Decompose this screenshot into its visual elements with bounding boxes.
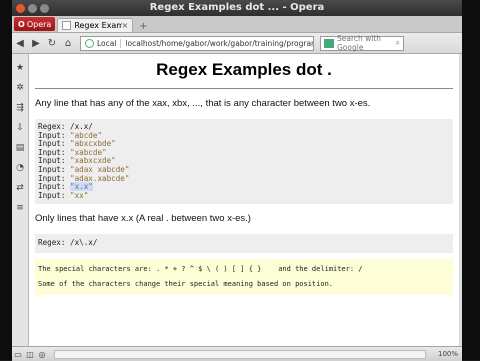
- forward-button[interactable]: ▶: [28, 35, 44, 51]
- tab-label: Regex Examples ...: [74, 21, 122, 30]
- transfers-icon[interactable]: ⇄: [16, 182, 24, 194]
- horizontal-scrollbar[interactable]: [54, 349, 426, 359]
- history-clock-icon[interactable]: ◔: [16, 162, 24, 174]
- bookmarks-star-icon[interactable]: ★: [16, 62, 24, 74]
- address-url[interactable]: localhost/home/gabor/work/gabor/training…: [125, 39, 313, 48]
- code-line: Input: "xx": [38, 190, 89, 200]
- tab-close-icon[interactable]: ×: [122, 21, 129, 30]
- intro-text: Any line that has any of the xax, xbx, .…: [35, 98, 371, 109]
- panel-sidebar: ★ ✲ ⇶ ⇩ ▤ ◔ ⇄ ≡: [12, 54, 29, 346]
- links-icon[interactable]: ≡: [16, 202, 24, 214]
- regex-example-block: Regex: /x.x/ Input: "abcde" Input: "abxc…: [35, 119, 453, 205]
- address-security-badge[interactable]: Local: [81, 38, 122, 48]
- code-line: Regex: /x\.x/: [38, 238, 98, 248]
- window-title: Regex Examples dot ... - Opera: [149, 2, 325, 13]
- middle-text: Only lines that have x.x (A real . betwe…: [35, 213, 251, 225]
- search-engine-icon[interactable]: [324, 38, 334, 48]
- address-bar[interactable]: Local localhost/home/gabor/work/gabor/tr…: [80, 35, 314, 51]
- window-titlebar: Regex Examples dot ... - Opera: [12, 0, 462, 16]
- code-line: Input: "x.x": [38, 182, 93, 192]
- desktop-frame-left: [0, 0, 12, 360]
- back-button[interactable]: ◀: [12, 35, 28, 51]
- title-divider: [35, 88, 453, 89]
- share-icon[interactable]: ⇶: [16, 102, 24, 114]
- special-characters-note: The special characters are: . * + ? ^ $ …: [35, 258, 453, 295]
- opera-menu-label: Opera: [26, 19, 52, 29]
- note-line-2: Some of the characters change their spec…: [38, 279, 334, 288]
- gear-icon[interactable]: ✲: [16, 82, 24, 94]
- code-line: Input: "adax.xabcde": [38, 173, 130, 183]
- tab-regex-examples[interactable]: Regex Examples ... ×: [57, 18, 134, 32]
- search-field[interactable]: Search with Google ⌕: [320, 34, 404, 52]
- new-tab-button[interactable]: +: [137, 20, 149, 32]
- notes-icon[interactable]: ▤: [16, 142, 25, 154]
- search-placeholder: Search with Google: [337, 34, 382, 52]
- page-favicon-icon: [62, 21, 72, 30]
- view-icon[interactable]: ◎: [36, 350, 48, 359]
- zoom-level[interactable]: 100%: [432, 350, 458, 358]
- local-globe-icon: [85, 38, 94, 48]
- page-title: Regex Examples dot .: [156, 60, 332, 79]
- search-icon[interactable]: ⌕: [396, 38, 400, 48]
- vertical-scrollbar[interactable]: [459, 54, 462, 346]
- opera-logo-icon: O: [18, 19, 25, 29]
- regex-escaped-block: Regex: /x\.x/: [35, 234, 453, 253]
- desktop-frame-right: [462, 0, 480, 360]
- status-bar: ▭ ◫ ◎ 100%: [12, 346, 462, 361]
- navigation-toolbar: ◀ ▶ ↻ ⌂ Local localhost/home/gabor/work/…: [12, 33, 462, 54]
- page-content: Regex Examples dot . Any line that has a…: [29, 54, 459, 346]
- address-scheme-label: Local: [97, 38, 117, 48]
- home-icon[interactable]: ⌂: [60, 35, 76, 51]
- download-icon[interactable]: ⇩: [16, 122, 24, 134]
- speed-dial-icon[interactable]: ◫: [24, 350, 36, 359]
- panel-toggle-icon[interactable]: ▭: [12, 350, 24, 359]
- opera-menu-button[interactable]: O Opera: [14, 17, 56, 31]
- note-line-1: The special characters are: . * + ? ^ $ …: [38, 264, 363, 273]
- browser-window: Regex Examples dot ... - Opera O Opera R…: [12, 0, 462, 361]
- reload-icon[interactable]: ↻: [44, 35, 60, 51]
- tab-bar: O Opera Regex Examples ... × +: [12, 16, 462, 33]
